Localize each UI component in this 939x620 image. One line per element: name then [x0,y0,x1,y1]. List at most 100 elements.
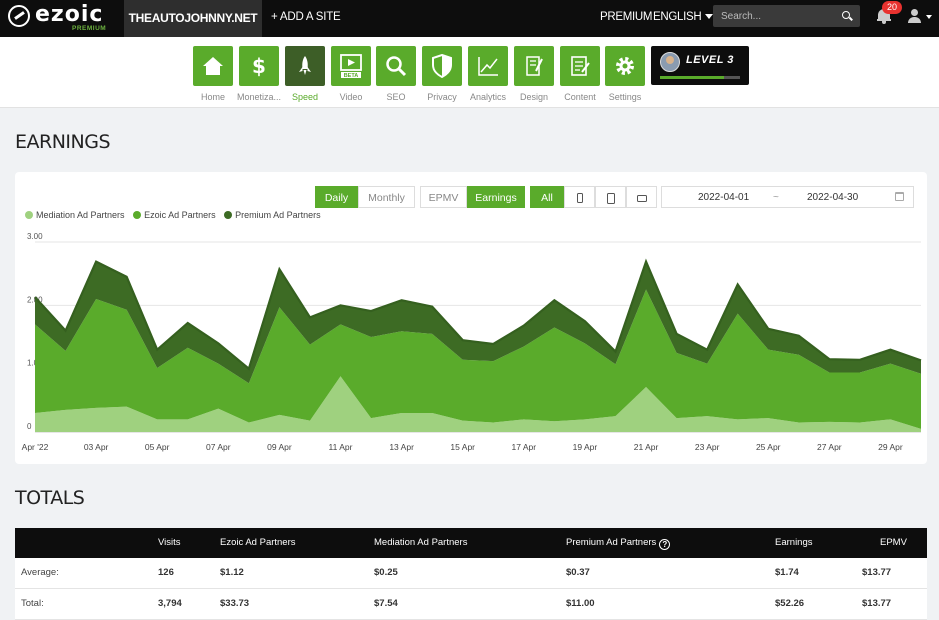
nav-seo[interactable]: SEO [371,46,421,102]
legend-label: Mediation Ad Partners [36,210,125,220]
table-cell: $52.26 [775,598,805,609]
nav-label: Home [200,92,225,102]
mobile-device-button[interactable] [564,186,595,208]
ezoic-logo-icon [8,5,30,27]
date-range-picker[interactable]: 2022-04-01 ~ 2022-04-30 [661,186,914,208]
shield-icon [432,54,452,78]
design-icon [526,56,543,76]
avatar [660,52,680,72]
notification-badge: 20 [882,1,902,14]
help-icon[interactable]: ? [659,539,671,550]
table-cell: $1.12 [220,567,244,578]
rocket-icon [299,56,311,75]
date-to: 2022-04-30 [807,192,859,203]
legend-label: Premium Ad Partners [235,210,321,220]
x-tick-label: Apr '22 [22,442,49,452]
column-header: Visits [158,537,181,548]
x-tick-label: 11 Apr [329,442,353,452]
table-cell: $13.77 [862,598,892,609]
column-header: Mediation Ad Partners [374,537,468,548]
earnings-area-chart[interactable]: 01.002.003.00Apr '22 03 Apr 05 Apr 07 Apr 09… [15,232,927,462]
premium-link[interactable]: PREMIUM [600,0,653,34]
user-menu-chevron-icon[interactable] [926,15,932,19]
table-cell: $33.73 [220,598,250,609]
nav-label: Monetiza... [236,92,282,102]
epmv-button[interactable]: EPMV [420,186,467,208]
nav-label: Video [339,92,363,102]
x-tick-label: 19 Apr [573,442,598,452]
legend-item-mediation[interactable]: Mediation Ad Partners [25,210,125,220]
language-label: ENGLISH [653,11,702,23]
nav-speed[interactable]: Speed [280,46,330,102]
earnings-title: EARNINGS [15,131,111,153]
table-cell: $7.54 [374,598,398,609]
x-tick-label: 09 Apr [267,442,292,452]
nav-monetization[interactable]: $ Monetiza... [234,46,284,102]
nav-home[interactable]: Home [188,46,238,102]
x-tick-label: 07 Apr [206,442,231,452]
x-tick-label: 03 Apr [84,442,109,452]
x-tick-label: 27 Apr [817,442,842,452]
earnings-button[interactable]: Earnings [467,186,525,208]
y-tick-label: 0 [27,422,32,431]
nav-label: Content [564,92,596,102]
table-row: Total: 3,794 $33.73 $7.54 $11.00 $52.26 … [15,589,927,620]
column-header: Earnings [775,537,813,548]
nav-settings[interactable]: Settings [600,46,650,102]
level-badge[interactable]: LEVEL 3 [651,46,749,85]
nav-label: Speed [291,92,319,102]
x-tick-label: 05 Apr [145,442,170,452]
column-header: EPMV [880,537,907,548]
dollar-icon: $ [252,54,266,78]
x-tick-label: 25 Apr [756,442,781,452]
level-progress-fill [660,76,724,79]
logo-text: ezoic [35,2,104,27]
nav-analytics[interactable]: Analytics [463,46,513,102]
x-tick-label: 21 Apr [634,442,659,452]
nav-label: SEO [386,92,406,102]
search-input[interactable] [713,5,860,27]
nav-content[interactable]: Content [555,46,605,102]
logo-subtitle: PREMIUM [72,25,107,32]
y-tick-label: 3.00 [27,232,43,241]
home-icon [203,57,223,75]
x-tick-label: 13 Apr [389,442,414,452]
daily-button[interactable]: Daily [315,186,358,208]
gear-icon [616,57,634,75]
table-cell: $0.25 [374,567,398,578]
tablet-device-button[interactable] [595,186,626,208]
table-header: Visits Ezoic Ad Partners Mediation Ad Pa… [15,528,927,558]
x-tick-label: 29 Apr [878,442,903,452]
monthly-button[interactable]: Monthly [358,186,415,208]
totals-title: TOTALS [15,487,85,509]
table-cell: $11.00 [566,598,595,609]
site-selector[interactable]: THEAUTOJOHNNY.NET [124,0,262,37]
search-icon[interactable] [842,11,850,19]
line-chart-icon [478,57,498,76]
row-label: Total: [21,598,44,609]
nav-label: Design [519,92,548,102]
table-cell: $13.77 [862,567,892,578]
nav-label: Privacy [427,92,457,102]
user-icon[interactable] [907,9,921,23]
app-nav-bar: Home $ Monetiza... Speed BETA Video SEO … [0,37,939,108]
date-from: 2022-04-01 [698,192,750,203]
nav-privacy[interactable]: Privacy [417,46,467,102]
table-cell: 126 [158,567,174,578]
ezoic-logo[interactable]: ezoic PREMIUM [8,2,123,33]
nav-video[interactable]: BETA Video [326,46,376,102]
all-devices-button[interactable]: All [530,186,564,208]
beta-badge: BETA [343,73,359,79]
legend-item-ezoic[interactable]: Ezoic Ad Partners [133,210,216,220]
x-tick-label: 15 Apr [450,442,475,452]
nav-design[interactable]: Design [509,46,559,102]
row-label: Average: [21,567,59,578]
desktop-device-button[interactable] [626,186,657,208]
legend-item-premium[interactable]: Premium Ad Partners [224,210,321,220]
chart-legend: Mediation Ad Partners Ezoic Ad Partners … [25,210,327,220]
table-cell: 3,794 [158,598,182,609]
add-site-link[interactable]: + ADD A SITE [271,0,341,37]
language-dropdown[interactable]: ENGLISH [653,0,714,34]
phone-icon [576,193,583,204]
top-bar: ezoic PREMIUM THEAUTOJOHNNY.NET + ADD A … [0,0,939,37]
